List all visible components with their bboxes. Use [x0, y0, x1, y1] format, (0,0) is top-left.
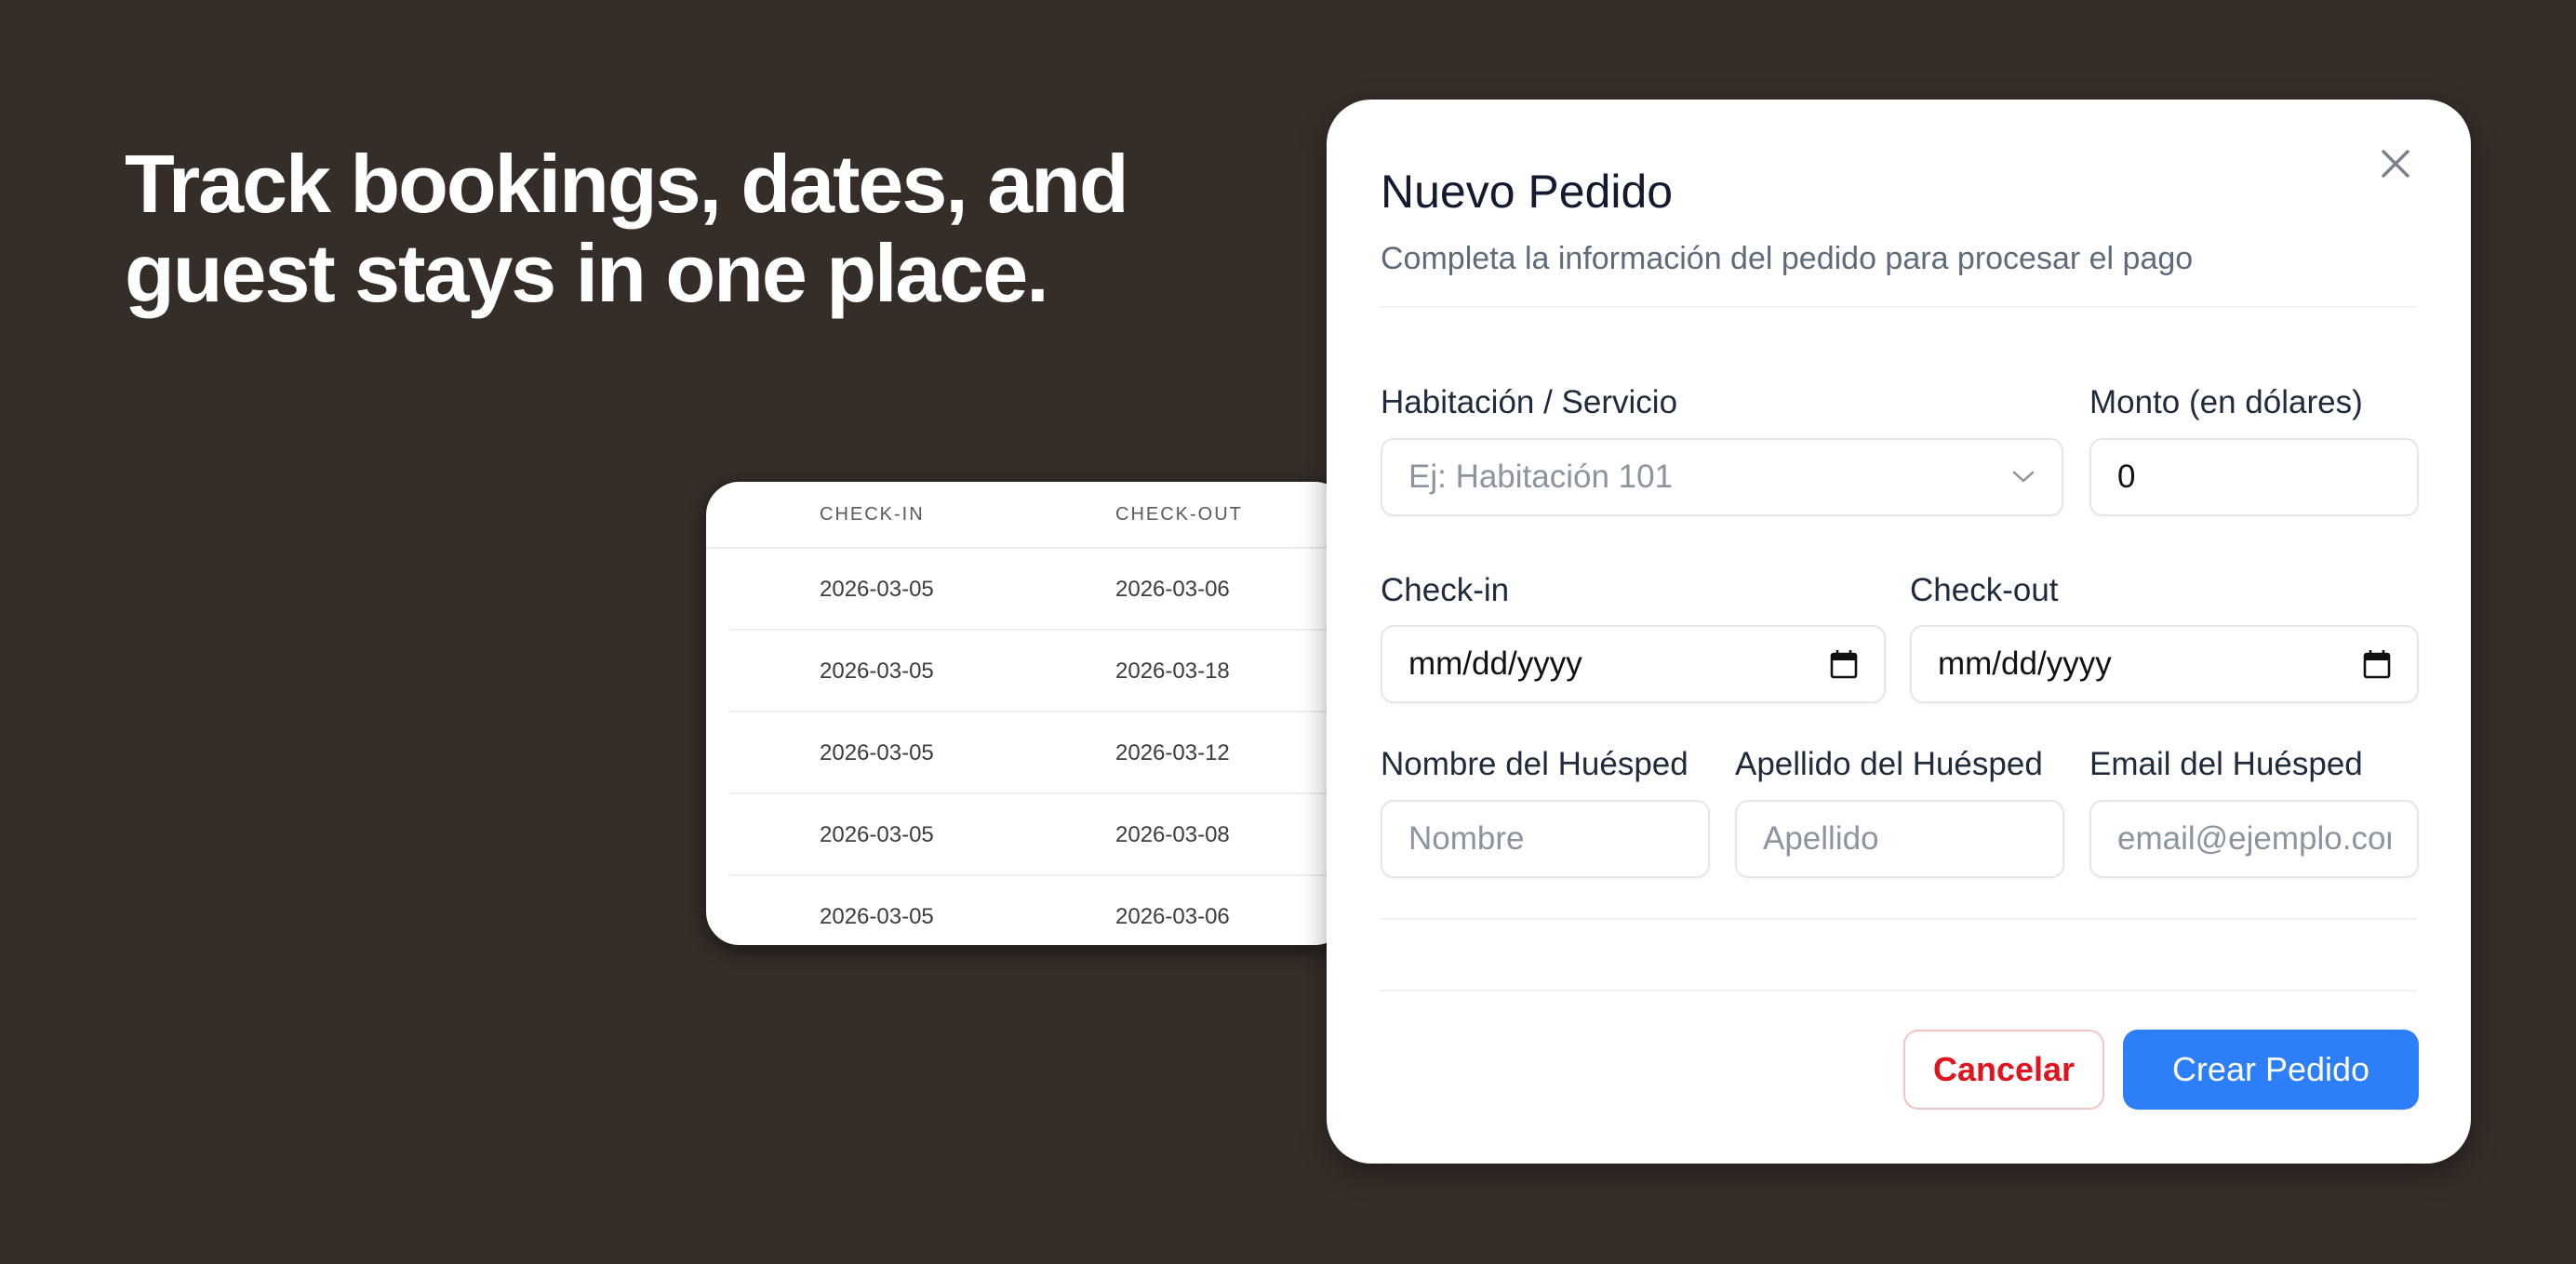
table-row[interactable]: 2026-03-05 2026-03-06 [728, 876, 1348, 945]
cell-check-out: 2026-03-18 [1115, 659, 1230, 684]
table-row[interactable]: 2026-03-05 2026-03-08 [728, 794, 1348, 876]
cell-check-out: 2026-03-08 [1115, 822, 1230, 847]
create-order-button[interactable]: Crear Pedido [2123, 1030, 2419, 1110]
email-input[interactable] [2117, 820, 2391, 858]
checkin-date-field[interactable]: mm/dd/yyyy [1381, 625, 1886, 703]
checkin-date-text: mm/dd/yyyy [1408, 645, 1582, 682]
close-icon [2382, 150, 2409, 178]
last-name-label: Apellido del Huésped [1735, 746, 2043, 782]
cell-check-out: 2026-03-12 [1115, 740, 1230, 765]
header-divider [1381, 306, 2417, 308]
checkout-label: Check-out [1910, 572, 2059, 608]
table-row[interactable]: 2026-03-05 2026-03-12 [728, 712, 1348, 794]
modal-description: Completa la información del pedido para … [1381, 241, 2194, 276]
room-label: Habitación / Servicio [1381, 384, 1678, 420]
amount-field[interactable] [2089, 438, 2419, 516]
email-label: Email del Huésped [2089, 746, 2363, 782]
cell-check-in: 2026-03-05 [820, 577, 934, 602]
headline: Track bookings, dates, and guest stays i… [125, 140, 1222, 318]
footer-divider [1381, 990, 2417, 991]
column-header-check-out[interactable]: CHECK-OUT [1115, 504, 1243, 526]
form-divider [1381, 918, 2417, 920]
cell-check-in: 2026-03-05 [820, 740, 934, 765]
last-name-field[interactable] [1735, 800, 2064, 878]
cell-check-out: 2026-03-06 [1115, 577, 1230, 602]
cell-check-in: 2026-03-05 [820, 904, 934, 929]
checkout-date-field[interactable]: mm/dd/yyyy [1910, 625, 2419, 703]
calendar-icon[interactable] [1830, 649, 1858, 679]
first-name-input[interactable] [1408, 820, 1682, 858]
last-name-input[interactable] [1763, 820, 2036, 858]
close-button[interactable] [2372, 140, 2419, 187]
amount-input[interactable] [2117, 459, 2391, 496]
cancel-button[interactable]: Cancelar [1903, 1030, 2104, 1110]
cell-check-out: 2026-03-06 [1115, 904, 1230, 929]
first-name-field[interactable] [1381, 800, 1710, 878]
table-row[interactable]: 2026-03-05 2026-03-06 [728, 549, 1348, 631]
column-header-check-in[interactable]: CHECK-IN [820, 504, 925, 526]
room-select-placeholder: Ej: Habitación 101 [1408, 459, 1674, 495]
room-select[interactable]: Ej: Habitación 101 [1381, 438, 2063, 516]
table-header: CHECK-IN CHECK-OUT [706, 482, 1348, 549]
first-name-label: Nombre del Huésped [1381, 746, 1688, 782]
cell-check-in: 2026-03-05 [820, 822, 934, 847]
amount-label: Monto (en dólares) [2089, 384, 2363, 420]
table-row[interactable]: 2026-03-05 2026-03-18 [728, 631, 1348, 712]
chevron-down-icon [2011, 470, 2035, 485]
bookings-table-card: CHECK-IN CHECK-OUT 2026-03-05 2026-03-06… [704, 480, 1350, 947]
checkin-label: Check-in [1381, 572, 1510, 608]
headline-line-1: Track bookings, dates, and [125, 138, 1129, 230]
new-order-modal: Nuevo Pedido Completa la información del… [1327, 100, 2471, 1164]
modal-title: Nuevo Pedido [1381, 166, 1674, 218]
calendar-icon[interactable] [2363, 649, 2391, 679]
cell-check-in: 2026-03-05 [820, 659, 934, 684]
headline-line-2: guest stays in one place. [125, 227, 1049, 319]
email-field[interactable] [2089, 800, 2419, 878]
checkout-date-text: mm/dd/yyyy [1938, 645, 2112, 682]
